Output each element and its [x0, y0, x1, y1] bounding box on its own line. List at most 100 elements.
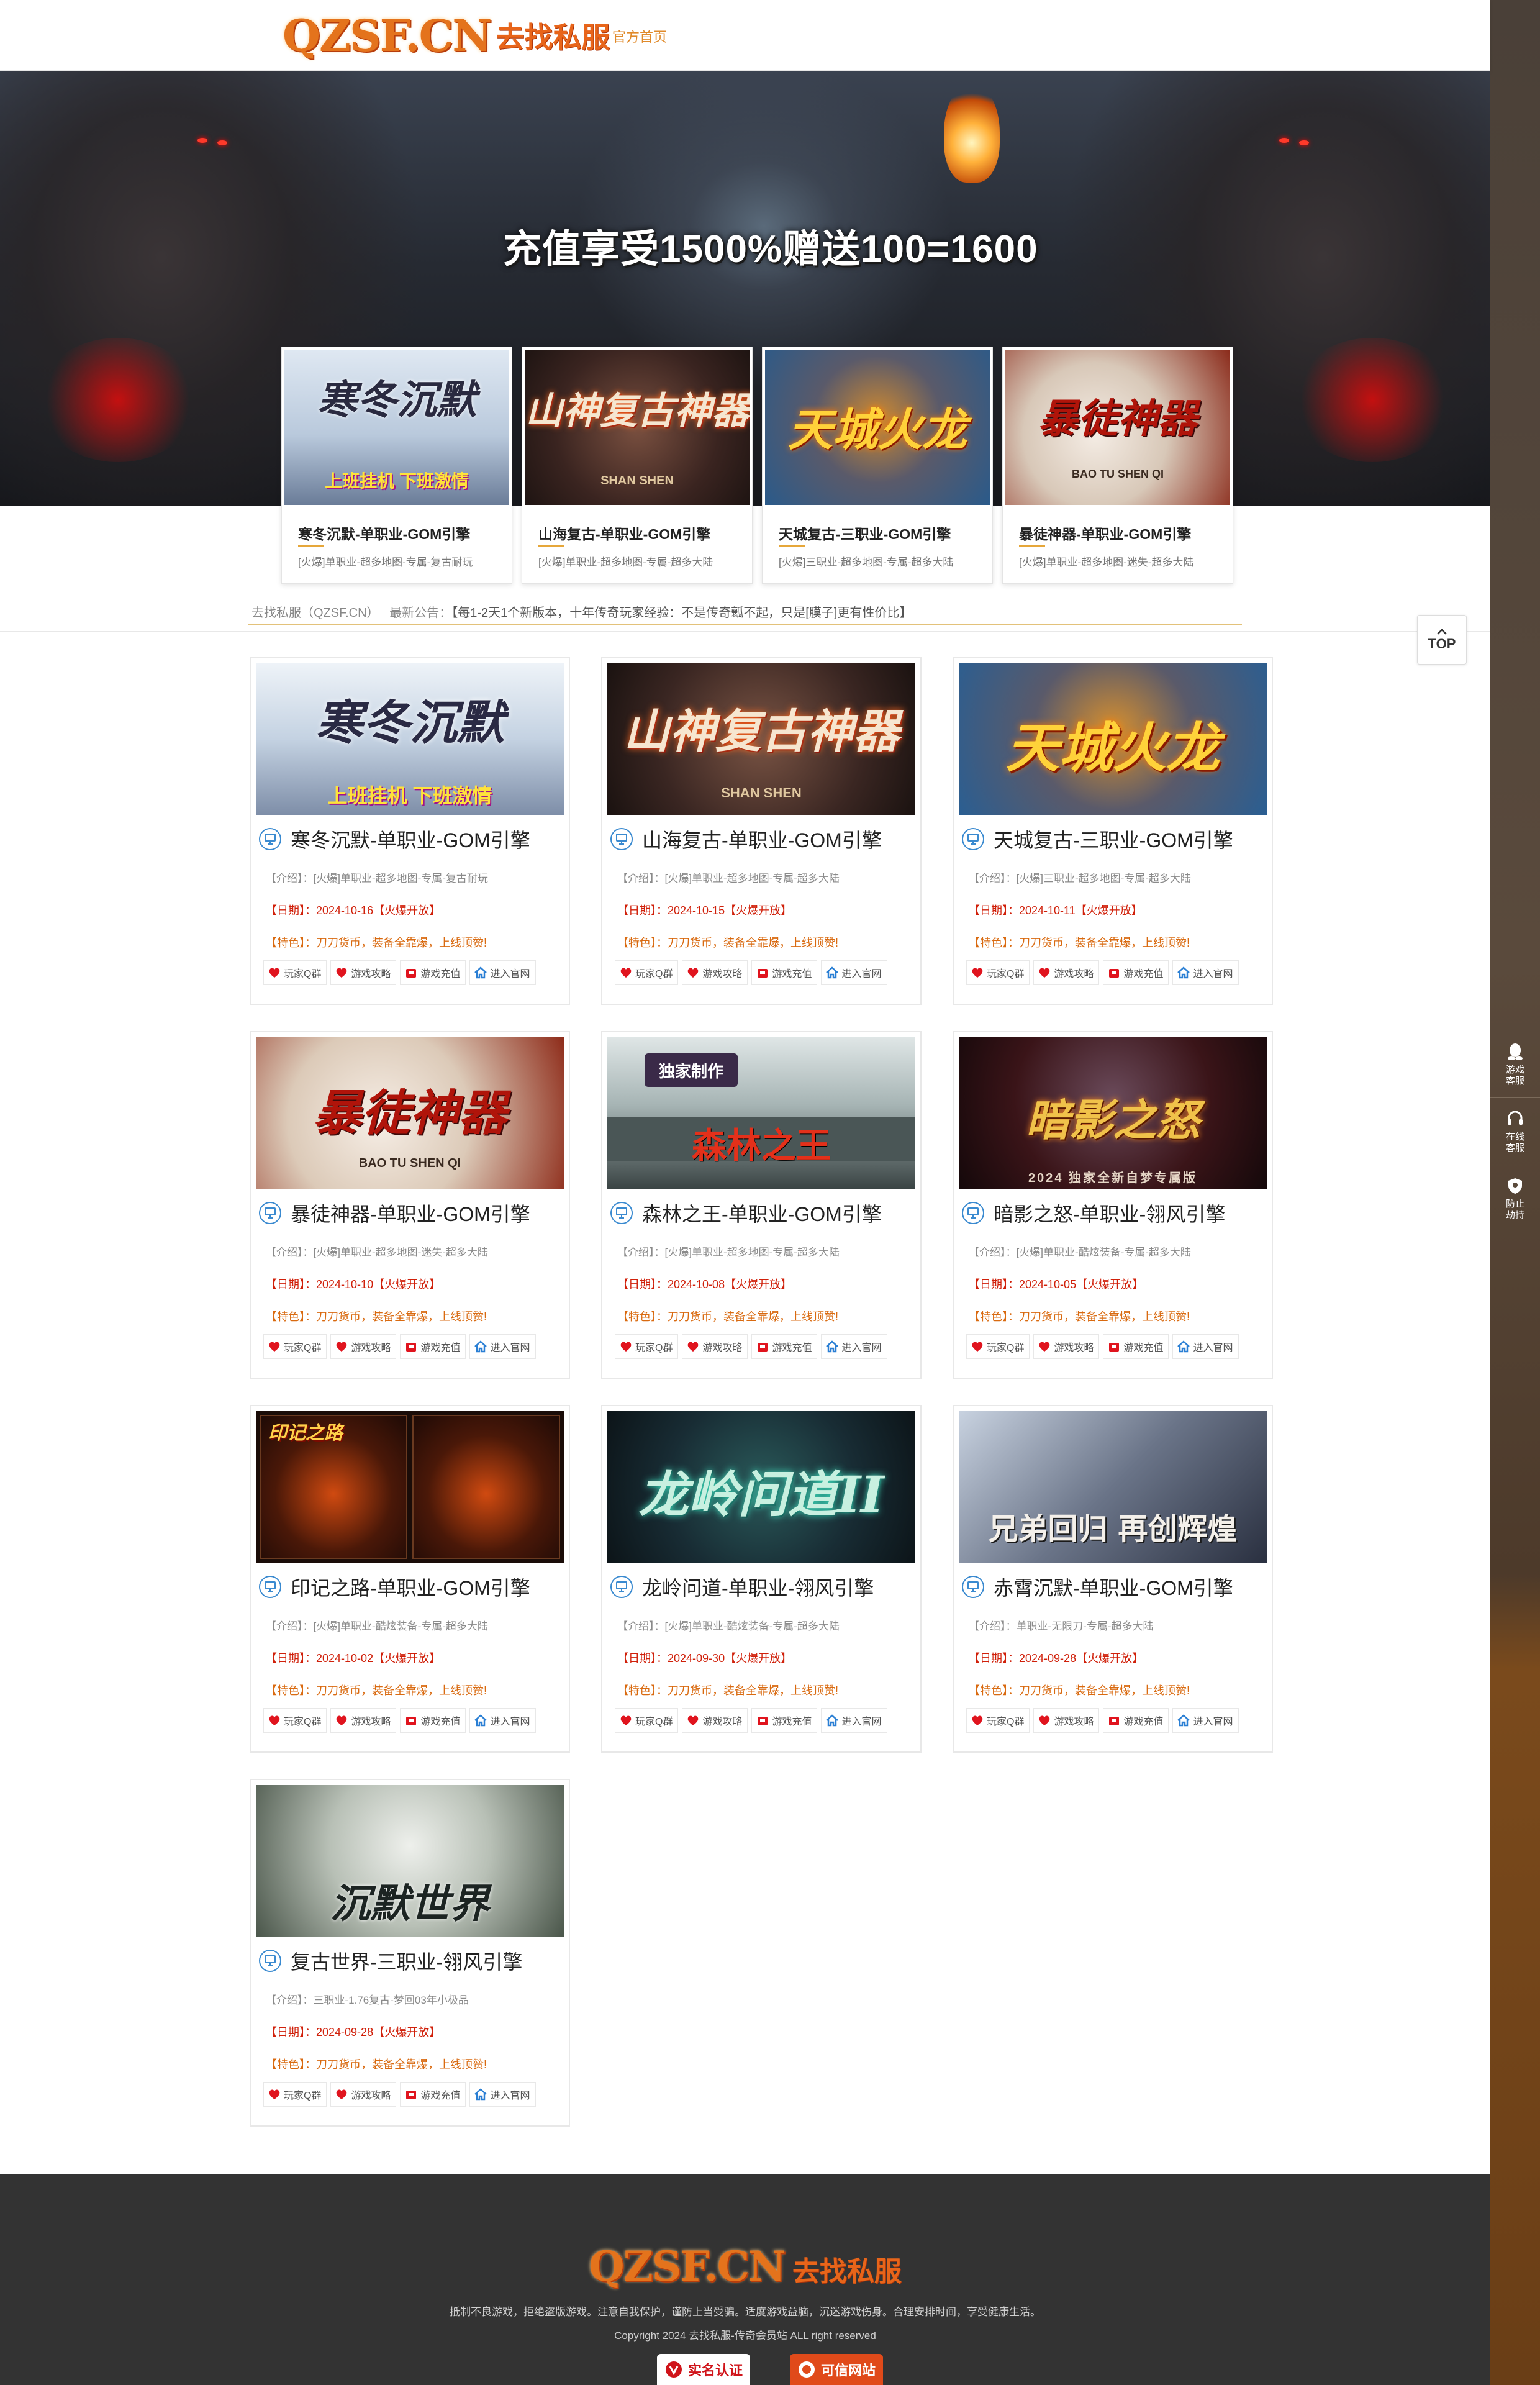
featured-item[interactable]: 暴徒神器 BAO TU SHEN QI 暴徒神器-单职业-GOM引擎 [火爆]单… [1002, 347, 1233, 584]
game-title-row[interactable]: 寒冬沉默-单职业-GOM引擎 [258, 825, 530, 853]
game-thumbnail[interactable]: 龙岭问道II [607, 1411, 915, 1563]
featured-item[interactable]: 寒冬沉默 上班挂机 下班激情 寒冬沉默-单职业-GOM引擎 [火爆]单职业-超多… [281, 347, 512, 584]
game-guide-button[interactable]: 游戏攻略 [682, 1708, 748, 1733]
rail-online-support[interactable]: 在线 客服 [1490, 1098, 1540, 1165]
official-site-button[interactable]: 进入官网 [821, 1334, 887, 1359]
game-recharge-button[interactable]: 游戏充值 [1103, 1708, 1169, 1733]
featured-image: 暴徒神器 BAO TU SHEN QI [1005, 350, 1230, 505]
game-recharge-button[interactable]: 游戏充值 [400, 2082, 466, 2107]
game-card[interactable]: 兄弟回归 再创辉煌 赤霄沉默-单职业-GOM引擎 【介绍】：单职业-无限刀-专属… [953, 1405, 1273, 1753]
game-title[interactable]: 森林之王-单职业-GOM引擎 [642, 1199, 882, 1227]
game-recharge-button[interactable]: 游戏充值 [751, 960, 818, 985]
player-qq-group-button[interactable]: 玩家Q群 [966, 1334, 1030, 1359]
game-card[interactable]: 独家制作 森林之王 森林之王-单职业-GOM引擎 【介绍】：[火爆]单职业-超多… [601, 1031, 922, 1379]
game-guide-button[interactable]: 游戏攻略 [1033, 1708, 1100, 1733]
game-card[interactable]: 印记之路 印记之路-单职业-GOM引擎 【介绍】：[火爆]单职业-酷炫装备-专属… [250, 1405, 570, 1753]
game-thumbnail[interactable]: 山神复古神器 SHAN SHEN [607, 663, 915, 815]
game-card[interactable]: 暴徒神器 BAO TU SHEN QI 暴徒神器-单职业-GOM引擎 【介绍】：[… [250, 1031, 570, 1379]
featured-item[interactable]: 山神复古神器 SHAN SHEN 山海复古-单职业-GOM引擎 [火爆]单职业-… [522, 347, 753, 584]
game-thumbnail[interactable]: 暗影之怒 2024 独家全新自梦专属版 [959, 1037, 1267, 1189]
official-site-button[interactable]: 进入官网 [1172, 960, 1239, 985]
game-title-row[interactable]: 龙岭问道-单职业-翎风引擎 [610, 1573, 874, 1601]
game-title[interactable]: 山海复古-单职业-GOM引擎 [642, 825, 882, 853]
game-guide-button[interactable]: 游戏攻略 [682, 960, 748, 985]
game-title-row[interactable]: 森林之王-单职业-GOM引擎 [610, 1199, 882, 1227]
footer-copyright: Copyright 2024 去找私服-传奇会员站 ALL right rese… [614, 2330, 876, 2342]
announcement-text[interactable]: 【每1-2天1个新版本，十年传奇玩家经验：不是传奇瓤不起，只是[膜子]更有性价比… [451, 606, 912, 620]
player-qq-group-button[interactable]: 玩家Q群 [966, 1708, 1030, 1733]
official-site-button[interactable]: 进入官网 [469, 960, 536, 985]
game-recharge-button[interactable]: 游戏充值 [400, 960, 466, 985]
game-thumbnail[interactable]: 兄弟回归 再创辉煌 [959, 1411, 1267, 1563]
player-qq-group-button[interactable]: 玩家Q群 [615, 1334, 679, 1359]
game-title[interactable]: 龙岭问道-单职业-翎风引擎 [642, 1573, 874, 1601]
game-card[interactable]: 天城火龙 天城复古-三职业-GOM引擎 【介绍】：[火爆]三职业-超多地图-专属… [953, 657, 1273, 1005]
game-card[interactable]: 沉默世界 复古世界-三职业-翎风引擎 【介绍】：三职业-1.76复古-梦回03年… [250, 1779, 570, 2127]
game-guide-button[interactable]: 游戏攻略 [1033, 1334, 1100, 1359]
game-title[interactable]: 印记之路-单职业-GOM引擎 [291, 1573, 530, 1601]
player-qq-group-button[interactable]: 玩家Q群 [263, 2082, 327, 2107]
game-title[interactable]: 天城复古-三职业-GOM引擎 [994, 825, 1233, 853]
game-title[interactable]: 赤霄沉默-单职业-GOM引擎 [994, 1573, 1233, 1601]
game-thumbnail[interactable]: 暴徒神器 BAO TU SHEN QI [256, 1037, 564, 1189]
game-recharge-button[interactable]: 游戏充值 [1103, 1334, 1169, 1359]
game-title[interactable]: 暗影之怒-单职业-翎风引擎 [994, 1199, 1225, 1227]
game-guide-button[interactable]: 游戏攻略 [1033, 960, 1100, 985]
game-card[interactable]: 暗影之怒 2024 独家全新自梦专属版 暗影之怒-单职业-翎风引擎 【介绍】：[火… [953, 1031, 1273, 1379]
game-recharge-button[interactable]: 游戏充值 [751, 1708, 818, 1733]
game-thumbnail[interactable]: 沉默世界 [256, 1785, 564, 1937]
trusted-site-badge[interactable]: 可信网站 [790, 2354, 884, 2385]
game-card[interactable]: 龙岭问道II 龙岭问道-单职业-翎风引擎 【介绍】：[火爆]单职业-酷炫装备-专… [601, 1405, 922, 1753]
official-site-button[interactable]: 进入官网 [1172, 1334, 1239, 1359]
game-title[interactable]: 复古世界-三职业-翎风引擎 [291, 1947, 522, 1975]
gift-icon [1109, 969, 1120, 978]
player-qq-group-button[interactable]: 玩家Q群 [615, 1708, 679, 1733]
game-recharge-button[interactable]: 游戏充值 [400, 1334, 466, 1359]
official-site-button[interactable]: 进入官网 [821, 960, 887, 985]
footer-logo[interactable]: QZSF.CN 去找私服 [0, 2242, 1490, 2291]
official-site-button[interactable]: 进入官网 [469, 2082, 536, 2107]
player-qq-group-button[interactable]: 玩家Q群 [263, 1334, 327, 1359]
game-title-row[interactable]: 暴徒神器-单职业-GOM引擎 [258, 1199, 530, 1227]
game-recharge-button[interactable]: 游戏充值 [1103, 960, 1169, 985]
official-site-button[interactable]: 进入官网 [469, 1708, 536, 1733]
game-guide-button[interactable]: 游戏攻略 [682, 1334, 748, 1359]
game-thumbnail[interactable]: 独家制作 森林之王 [607, 1037, 915, 1189]
game-title-row[interactable]: 复古世界-三职业-翎风引擎 [258, 1947, 522, 1975]
game-title-row[interactable]: 印记之路-单职业-GOM引擎 [258, 1573, 530, 1601]
official-site-button[interactable]: 进入官网 [469, 1334, 536, 1359]
game-title[interactable]: 寒冬沉默-单职业-GOM引擎 [291, 825, 530, 853]
rail-game-support[interactable]: 游戏 客服 [1490, 1031, 1540, 1098]
game-card[interactable]: 寒冬沉默 上班挂机 下班激情 寒冬沉默-单职业-GOM引擎 【介绍】：[火爆]单职… [250, 657, 570, 1005]
game-recharge-button[interactable]: 游戏充值 [400, 1708, 466, 1733]
game-recharge-button[interactable]: 游戏充值 [751, 1334, 818, 1359]
game-thumbnail[interactable]: 印记之路 [256, 1411, 564, 1563]
game-title-row[interactable]: 暗影之怒-单职业-翎风引擎 [961, 1199, 1225, 1227]
game-date: 【日期】：2024-10-02【火爆开放】 [266, 1652, 441, 1665]
game-thumbnail[interactable]: 寒冬沉默 上班挂机 下班激情 [256, 663, 564, 815]
back-to-top-button[interactable]: TOP [1417, 615, 1467, 665]
game-title-row[interactable]: 天城复古-三职业-GOM引擎 [961, 825, 1233, 853]
game-title-row[interactable]: 赤霄沉默-单职业-GOM引擎 [961, 1573, 1233, 1601]
rail-label: 客服 [1505, 1075, 1524, 1086]
player-qq-group-button[interactable]: 玩家Q群 [615, 960, 679, 985]
game-guide-button[interactable]: 游戏攻略 [330, 1708, 397, 1733]
realname-badge[interactable]: 实名认证 [657, 2354, 751, 2385]
game-thumbnail[interactable]: 天城火龙 [959, 663, 1267, 815]
game-title[interactable]: 暴徒神器-单职业-GOM引擎 [291, 1199, 530, 1227]
official-site-button[interactable]: 进入官网 [821, 1708, 887, 1733]
nav-home-link[interactable]: 官方首页 [612, 26, 667, 46]
site-logo[interactable]: QZSF.CN 去找私服 [283, 7, 610, 63]
monitor-icon [259, 1202, 281, 1224]
game-guide-button[interactable]: 游戏攻略 [330, 2082, 397, 2107]
rail-anti-hijack[interactable]: 防止 劫持 [1490, 1165, 1540, 1232]
player-qq-group-button[interactable]: 玩家Q群 [263, 1708, 327, 1733]
official-site-button[interactable]: 进入官网 [1172, 1708, 1239, 1733]
player-qq-group-button[interactable]: 玩家Q群 [966, 960, 1030, 985]
game-guide-button[interactable]: 游戏攻略 [330, 1334, 397, 1359]
game-title-row[interactable]: 山海复古-单职业-GOM引擎 [610, 825, 882, 853]
game-card[interactable]: 山神复古神器 SHAN SHEN 山海复古-单职业-GOM引擎 【介绍】：[火爆]… [601, 657, 922, 1005]
player-qq-group-button[interactable]: 玩家Q群 [263, 960, 327, 985]
featured-item[interactable]: 天城火龙 天城复古-三职业-GOM引擎 [火爆]三职业-超多地图-专属-超多大陆 [762, 347, 993, 584]
game-guide-button[interactable]: 游戏攻略 [330, 960, 397, 985]
